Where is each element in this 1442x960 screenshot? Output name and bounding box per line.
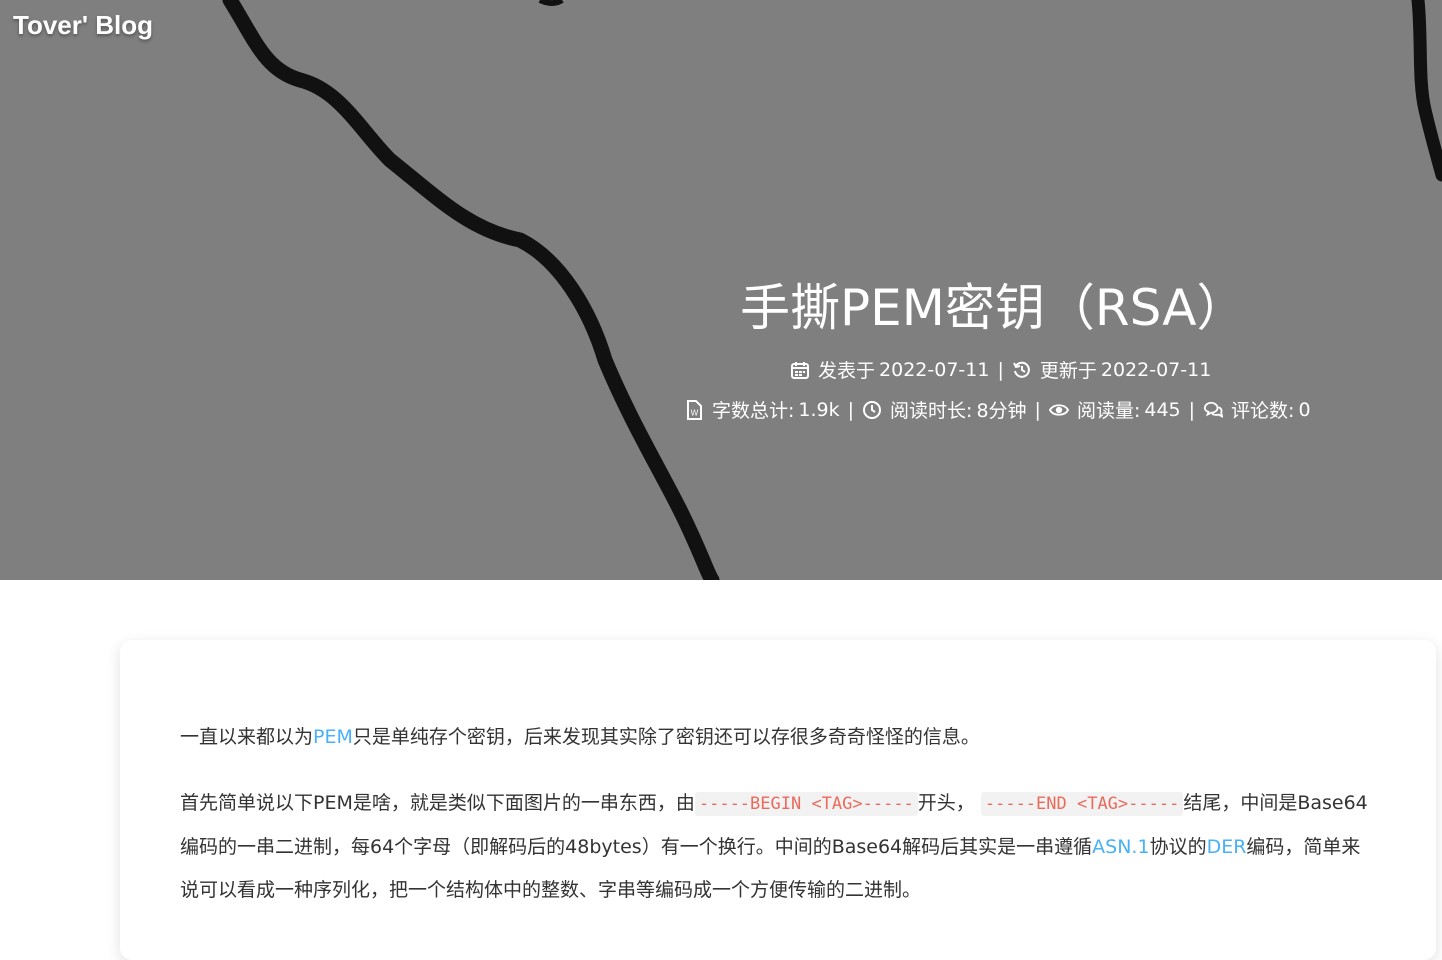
meta-separator: | (1034, 398, 1041, 421)
updated-label: 更新于 (1039, 360, 1097, 382)
svg-text:W: W (691, 408, 699, 417)
comments-icon (1203, 400, 1224, 420)
views-label: 阅读量: (1076, 400, 1141, 422)
calendar-icon (790, 360, 810, 380)
text-segment: 只是单纯存个密钥，后来发现其实除了密钥还可以存很多奇奇怪怪的信息。 (352, 726, 980, 748)
views-value: 445 (1144, 398, 1181, 421)
updated-date: 2022-07-11 (1100, 358, 1212, 381)
der-link[interactable]: DER (1207, 836, 1247, 858)
article-paragraph-1: 一直以来都以为PEM只是单纯存个密钥，后来发现其实除了密钥还可以存很多奇奇怪怪的… (180, 716, 1370, 759)
file-word-icon: W (684, 399, 704, 420)
read-time-value: 8分钟 (976, 400, 1027, 422)
clock-icon (862, 400, 882, 420)
comments-label: 评论数: (1231, 400, 1295, 422)
post-meta-stats: W 字数总计: 1.9k | 阅读时长: 8分钟 | 阅读量: 445 | 评论… (684, 396, 1311, 423)
post-title: 手撕PEM密钥（RSA） (740, 279, 1247, 337)
inline-code-begin-tag: -----BEGIN <TAG>----- (694, 792, 918, 816)
word-count-value: 1.9k (798, 398, 840, 421)
published-label: 发表于 (818, 360, 876, 382)
text-segment: 一直以来都以为 (180, 726, 314, 748)
text-segment: 协议的 (1149, 836, 1207, 858)
inline-code-end-tag: -----END <TAG>----- (980, 792, 1184, 816)
published-date: 2022-07-11 (879, 358, 990, 381)
post-meta-dates: 发表于 2022-07-11 | 更新于 2022-07-11 (790, 356, 1211, 383)
read-time-label: 阅读时长: (890, 400, 973, 422)
meta-separator: | (1188, 398, 1196, 421)
word-count-label: 字数总计: (712, 400, 795, 422)
text-segment: 开头， (917, 792, 975, 814)
meta-separator: | (997, 358, 1004, 381)
article-paragraph-2: 首先简单说以下PEM是啥，就是类似下面图片的一串东西，由 -----BEGIN <… (180, 782, 1370, 912)
article-card: 一直以来都以为PEM只是单纯存个密钥，后来发现其实除了密钥还可以存很多奇奇怪怪的… (120, 640, 1436, 960)
site-title-link[interactable]: Tover' Blog (13, 10, 153, 41)
history-icon (1012, 360, 1032, 380)
eye-icon (1048, 400, 1069, 420)
comments-value: 0 (1298, 398, 1311, 421)
pem-link[interactable]: PEM (313, 726, 353, 748)
post-header: Tover' Blog 手撕PEM密钥（RSA） 发表于 2022-07-11 … (0, 0, 1442, 580)
meta-separator: | (847, 398, 855, 421)
text-segment: 首先简单说以下PEM是啥，就是类似下面图片的一串东西，由 (180, 792, 695, 814)
asn1-link[interactable]: ASN.1 (1092, 836, 1149, 858)
